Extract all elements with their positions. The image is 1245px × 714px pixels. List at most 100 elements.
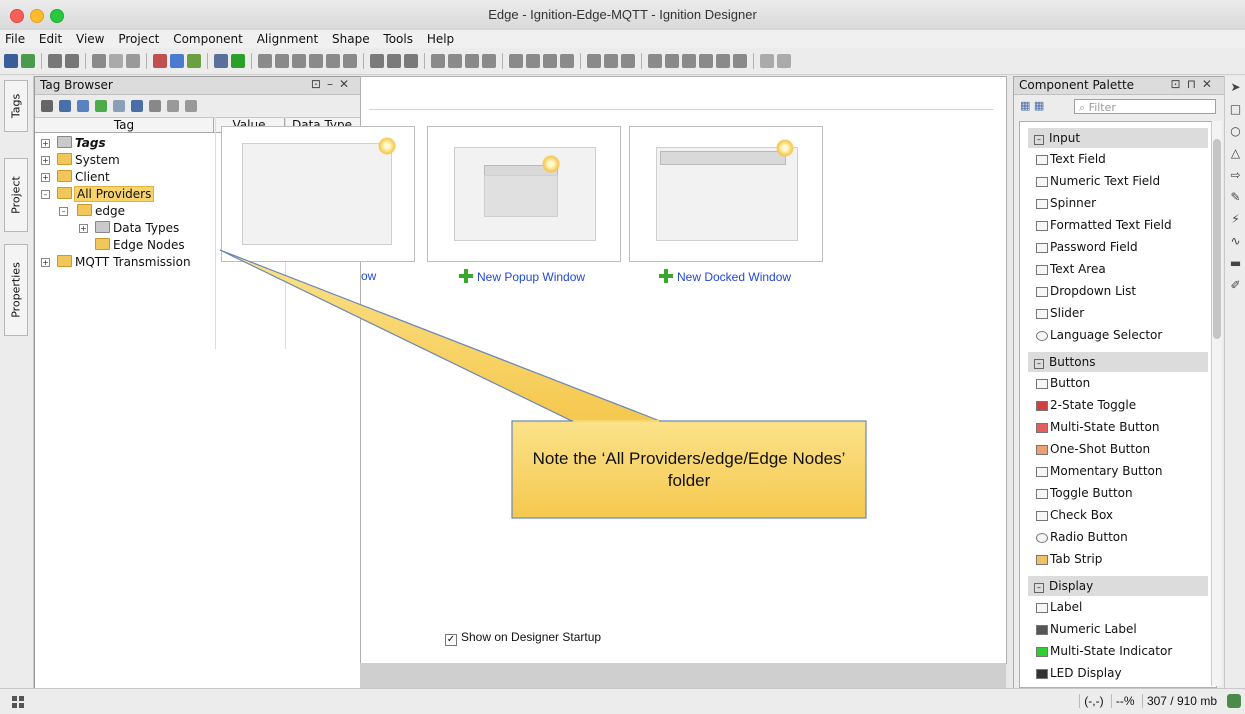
filter-icon[interactable]	[113, 100, 125, 112]
palette-item-text-area[interactable]: Text Area	[1028, 258, 1208, 280]
palette-item-slider[interactable]: Slider	[1028, 302, 1208, 324]
arrow-tool-icon[interactable]: ⇨	[1225, 164, 1245, 186]
import-icon[interactable]	[167, 100, 179, 112]
horizontal-line-icon[interactable]	[777, 54, 791, 68]
group-icon[interactable]	[258, 54, 272, 68]
new-docked-window-link[interactable]: New Docked Window	[659, 269, 791, 284]
menu-help[interactable]: Help	[422, 30, 459, 48]
collapse-icon[interactable]: –	[1034, 583, 1044, 593]
pencil-tool-icon[interactable]: ✎	[1225, 186, 1245, 208]
comm-read-icon[interactable]	[153, 54, 167, 68]
browse-icon[interactable]	[41, 100, 53, 112]
section-header-input[interactable]: – Input	[1028, 128, 1208, 148]
show-on-startup-checkbox[interactable]: ✓ Show on Designer Startup	[445, 630, 601, 646]
eyedropper-tool-icon[interactable]: ✐	[1225, 274, 1245, 296]
window-icon[interactable]	[214, 54, 228, 68]
expand-icon[interactable]: +	[41, 156, 50, 165]
rectangle-tool-icon[interactable]: □	[1225, 98, 1245, 120]
menu-project[interactable]: Project	[113, 30, 164, 48]
align-middle-icon[interactable]	[526, 54, 540, 68]
palette-item-momentary-button[interactable]: Momentary Button	[1028, 460, 1208, 482]
lock-icon[interactable]	[275, 54, 289, 68]
palette-item-numeric-text-field[interactable]: Numeric Text Field	[1028, 170, 1208, 192]
menu-edit[interactable]: Edit	[34, 30, 67, 48]
cut-icon[interactable]	[92, 54, 106, 68]
opc-tag-icon[interactable]	[131, 100, 143, 112]
palette-item-tab-strip[interactable]: Tab Strip	[1028, 548, 1208, 570]
tree-item-tags[interactable]: + Tags	[37, 135, 217, 152]
palette-item-multi-state-indicator[interactable]: Multi-State Indicator	[1028, 640, 1208, 662]
comm-readwrite-icon[interactable]	[170, 54, 184, 68]
layout-grid-icon[interactable]	[12, 696, 24, 708]
paste-icon[interactable]	[126, 54, 140, 68]
palette-item-label[interactable]: Label	[1028, 596, 1208, 618]
zoom-out-icon[interactable]	[387, 54, 401, 68]
polygon-tool-icon[interactable]: △	[1225, 142, 1245, 164]
tree-item-data-types[interactable]: + Data Types	[37, 220, 217, 237]
expand-icon[interactable]: +	[41, 173, 50, 182]
palette-item-2-state-toggle[interactable]: 2-State Toggle	[1028, 394, 1208, 416]
refresh-icon[interactable]	[21, 54, 35, 68]
tab-tags[interactable]: Tags	[4, 80, 28, 132]
center-icon[interactable]	[716, 54, 730, 68]
section-header-buttons[interactable]: – Buttons	[1028, 352, 1208, 372]
tree-item-edge[interactable]: – edge	[37, 203, 217, 220]
new-docked-window-card[interactable]	[629, 126, 823, 262]
zoom-reset-icon[interactable]	[404, 54, 418, 68]
palette-item-formatted-text-field[interactable]: Formatted Text Field	[1028, 214, 1208, 236]
checkbox-checked-icon[interactable]: ✓	[445, 634, 457, 646]
ellipse-tool-icon[interactable]: ○	[1225, 120, 1245, 142]
palette-item-radio-button[interactable]: Radio Button	[1028, 526, 1208, 548]
tab-properties[interactable]: Properties	[4, 244, 28, 336]
new-main-window-card[interactable]	[221, 126, 415, 262]
undo-icon[interactable]	[48, 54, 62, 68]
palette-item-numeric-label[interactable]: Numeric Label	[1028, 618, 1208, 640]
comm-off-icon[interactable]	[187, 54, 201, 68]
menu-shape[interactable]: Shape	[327, 30, 375, 48]
expand-icon[interactable]: +	[79, 224, 88, 233]
tree-item-client[interactable]: + Client	[37, 169, 217, 186]
palette-item-dropdown-list[interactable]: Dropdown List	[1028, 280, 1208, 302]
zoom-in-icon[interactable]	[370, 54, 384, 68]
expand-icon[interactable]: +	[41, 139, 50, 148]
new-tag-icon[interactable]	[77, 100, 89, 112]
align-bottom-icon[interactable]	[509, 54, 523, 68]
save-icon[interactable]	[4, 54, 18, 68]
menu-alignment[interactable]: Alignment	[252, 30, 323, 48]
section-header-display[interactable]: – Display	[1028, 576, 1208, 596]
shape-subtract-icon[interactable]	[621, 54, 635, 68]
menu-tools[interactable]: Tools	[378, 30, 418, 48]
add-icon[interactable]	[95, 100, 107, 112]
tree-item-system[interactable]: + System	[37, 152, 217, 169]
line-tool-icon[interactable]: ⚡	[1225, 208, 1245, 230]
align-left-icon[interactable]	[431, 54, 445, 68]
space-vertical-icon[interactable]	[699, 54, 713, 68]
palette-item-multi-state-button[interactable]: Multi-State Button	[1028, 416, 1208, 438]
gradient-tool-icon[interactable]: ▬	[1225, 252, 1245, 274]
unlock-icon[interactable]	[292, 54, 306, 68]
panel-window-controls[interactable]: ⊡–✕	[311, 77, 355, 91]
palette-item-led-display[interactable]: LED Display	[1028, 662, 1208, 684]
collapse-icon[interactable]: –	[59, 207, 68, 216]
scrollbar-thumb[interactable]	[1213, 139, 1221, 339]
expand-icon[interactable]: +	[41, 258, 50, 267]
export-icon[interactable]	[185, 100, 197, 112]
size-height-icon[interactable]	[665, 54, 679, 68]
grid-icon[interactable]	[326, 54, 340, 68]
menu-view[interactable]: View	[71, 30, 109, 48]
shape-union-icon[interactable]	[587, 54, 601, 68]
edit-icon[interactable]	[149, 100, 161, 112]
space-horizontal-icon[interactable]	[682, 54, 696, 68]
align-justify-icon[interactable]	[482, 54, 496, 68]
tree-item-all-providers[interactable]: – All Providers	[37, 186, 217, 203]
palette-filter-input[interactable]: ⌕ Filter	[1074, 99, 1216, 114]
distribute-icon[interactable]	[560, 54, 574, 68]
redo-icon[interactable]	[65, 54, 79, 68]
palette-item-text-field[interactable]: Text Field	[1028, 148, 1208, 170]
palette-item-language-selector[interactable]: Language Selector	[1028, 324, 1208, 346]
menu-component[interactable]: Component	[168, 30, 248, 48]
layout-icon[interactable]	[309, 54, 323, 68]
align-center-icon[interactable]	[448, 54, 462, 68]
palette-item-toggle-button[interactable]: Toggle Button	[1028, 482, 1208, 504]
palette-view-icon[interactable]: ▦ ▦	[1020, 99, 1044, 112]
